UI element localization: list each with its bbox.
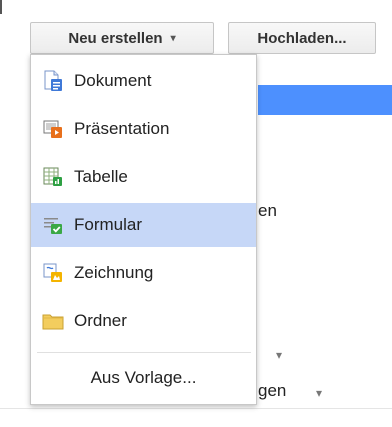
folder-icon: [42, 314, 64, 330]
background-caret-icon-2[interactable]: ▾: [316, 386, 322, 400]
document-icon: [44, 70, 62, 91]
menu-item-label: Ordner: [74, 311, 127, 330]
background-caret-icon[interactable]: ▾: [276, 348, 282, 362]
background-text-fragment-2: gen: [258, 381, 287, 400]
menu-item-folder[interactable]: Ordner: [31, 299, 256, 343]
menu-item-label: Dokument: [74, 71, 152, 90]
new-create-button[interactable]: Neu erstellen ▾: [30, 22, 214, 54]
menu-item-label: Zeichnung: [74, 263, 154, 282]
menu-item-form[interactable]: Formular: [31, 203, 256, 247]
drawing-icon: [43, 263, 62, 282]
menu-separator: [37, 352, 251, 353]
menu-item-presentation[interactable]: Präsentation: [31, 107, 256, 151]
menu-item-drawing[interactable]: Zeichnung: [31, 251, 256, 295]
upload-label: Hochladen...: [257, 29, 347, 47]
upload-button[interactable]: Hochladen...: [228, 22, 376, 54]
background-text-fragment: en: [258, 201, 277, 220]
menu-item-document[interactable]: Dokument: [31, 59, 256, 103]
menu-item-spreadsheet[interactable]: Tabelle: [31, 155, 256, 199]
spreadsheet-icon: [43, 167, 62, 186]
selected-row-highlight: [258, 85, 392, 115]
new-create-label: Neu erstellen: [68, 29, 163, 47]
menu-item-from-template[interactable]: Aus Vorlage...: [31, 363, 256, 393]
menu-item-label: Präsentation: [74, 119, 170, 138]
form-icon: [44, 218, 62, 234]
divider: [0, 408, 392, 409]
menu-item-label: Tabelle: [74, 167, 128, 186]
chevron-down-icon: ▾: [170, 32, 176, 44]
window-edge: [0, 0, 2, 14]
presentation-icon: [43, 120, 62, 138]
menu-item-label: Formular: [74, 215, 143, 234]
create-menu: Dokument Präsentation Tabelle Formular Z…: [30, 54, 257, 405]
